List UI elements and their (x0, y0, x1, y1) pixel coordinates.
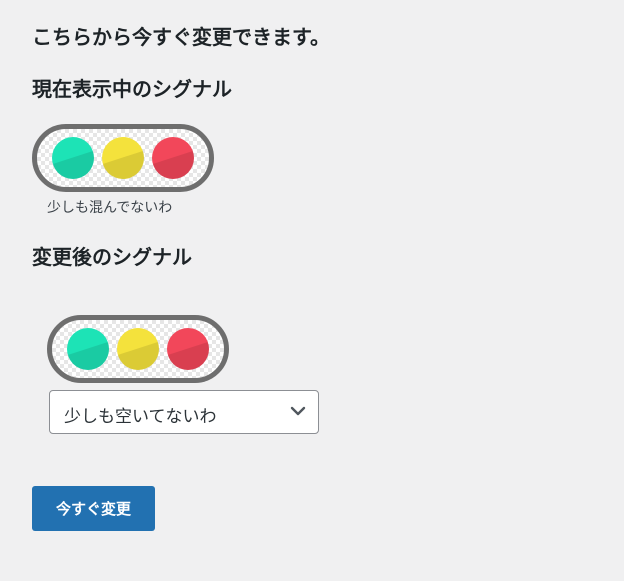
new-signal-heading: 変更後のシグナル (32, 245, 192, 269)
red-light (152, 137, 194, 179)
change-now-button[interactable]: 今すぐ変更 (32, 486, 155, 531)
yellow-light (117, 328, 159, 370)
current-signal-heading: 現在表示中のシグナル (32, 77, 232, 101)
page-title: こちらから今すぐ変更できます。 (32, 25, 330, 49)
green-light (67, 328, 109, 370)
red-light (167, 328, 209, 370)
current-signal-display (32, 124, 214, 192)
signal-select[interactable]: 少しも空いてないわ (49, 390, 319, 434)
current-signal-caption: 少しも混んでないわ (47, 200, 173, 216)
green-light (52, 137, 94, 179)
yellow-light (102, 137, 144, 179)
chevron-down-icon (290, 406, 306, 416)
signal-select-value: 少しも空いてないわ (64, 407, 217, 427)
new-signal-preview (47, 315, 229, 383)
